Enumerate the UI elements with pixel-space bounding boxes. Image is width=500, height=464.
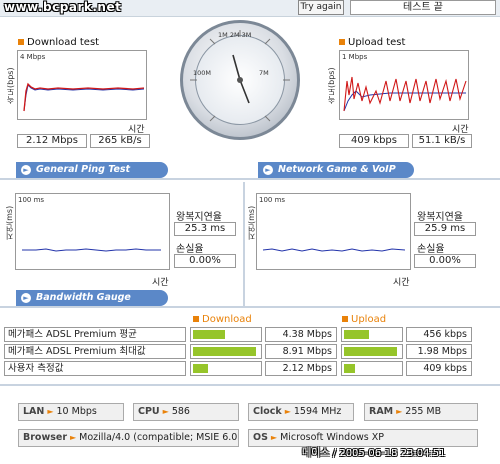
arrow-icon: ► (263, 165, 273, 175)
upload-value: 456 kbps (406, 327, 472, 342)
divider (243, 182, 245, 306)
upload-bar-fill (344, 364, 355, 373)
arrow-icon: ► (47, 407, 54, 416)
ram-info: RAM ► 255 MB (364, 403, 478, 421)
game-loss-value: 0.00% (414, 254, 476, 268)
download-bar (190, 344, 262, 359)
upload-title: Upload test (339, 37, 405, 48)
bandwidth-row-label: 사용자 측정값 (4, 361, 186, 376)
ping-plot (22, 248, 161, 252)
game-x-label: 시간 (393, 278, 410, 288)
gauge-scale-left: 100M (193, 69, 212, 77)
site-watermark: www.bcpark.net (4, 0, 122, 14)
arrow-icon: ► (21, 165, 31, 175)
ping-rtt-label: 왕복지연율 (176, 212, 222, 223)
gauge-scale-labels: 1M 2M 3M (218, 31, 252, 39)
upload-speed: 409 kbps (339, 134, 409, 148)
download-bar-fill (193, 364, 208, 373)
game-rtt-value: 25.9 ms (414, 222, 476, 236)
game-graph: 100 ms (256, 193, 411, 270)
gauge-dial (190, 30, 290, 122)
download-column-header: Download (193, 314, 252, 325)
gauge-scale-right: 7M (259, 69, 269, 77)
game-plot (262, 248, 406, 252)
speed-gauge: 1M 2M 3M 7M 100M (180, 20, 300, 140)
download-bar (190, 361, 262, 376)
download-rate: 265 kB/s (90, 134, 150, 148)
arrow-icon: ► (162, 407, 169, 416)
download-value: 8.91 Mbps (265, 344, 337, 359)
download-speed: 2.12 Mbps (17, 134, 87, 148)
upload-graph: 1 Mbps (339, 50, 469, 120)
ping-loss-value: 0.00% (174, 254, 236, 268)
download-plot (23, 82, 145, 112)
upload-column-header: Upload (342, 314, 386, 325)
lan-info: LAN ► 10 Mbps (18, 403, 124, 421)
square-bullet-icon (342, 316, 348, 322)
test-end-button[interactable]: 테스트 끝 (350, 0, 496, 15)
arrow-icon: ► (70, 433, 77, 442)
download-bar (190, 327, 262, 342)
game-loss-label: 손실율 (417, 244, 445, 255)
ping-x-label: 시간 (152, 278, 169, 288)
bandwidth-row-label: 메가패스 ADSL Premium 최대값 (4, 344, 186, 359)
divider (0, 384, 500, 386)
arrow-icon: ► (396, 407, 403, 416)
download-y-label: 속도(bps) (6, 67, 15, 104)
ping-loss-label: 손실율 (176, 244, 204, 255)
upload-bar (341, 361, 403, 376)
try-again-button[interactable]: Try again (298, 0, 344, 15)
game-rtt-label: 왕복지연율 (417, 212, 463, 223)
download-value: 2.12 Mbps (265, 361, 337, 376)
upload-value: 1.98 Mbps (406, 344, 472, 359)
ping-test-header: ► General Ping Test (16, 162, 168, 178)
upload-y-label: 속도(bps) (327, 67, 336, 104)
timestamp-watermark: 메이스 / 2005-06-18 23:04:51 (302, 448, 446, 459)
divider (0, 306, 500, 308)
bandwidth-gauge-header: ► Bandwidth Gauge (16, 290, 168, 306)
download-title: Download test (18, 37, 99, 48)
download-value: 4.38 Mbps (265, 327, 337, 342)
upload-bar-fill (344, 330, 369, 339)
game-voip-test-header: ► Network Game & VoIP Test (258, 162, 414, 191)
upload-plot (343, 76, 467, 112)
upload-value: 409 kbps (406, 361, 472, 376)
clock-info: Clock ► 1594 MHz (248, 403, 354, 421)
browser-info: Browser ► Mozilla/4.0 (compatible; MSIE 6.… (18, 429, 239, 447)
arrow-icon: ► (270, 433, 278, 442)
divider (0, 178, 500, 180)
download-bar-fill (193, 330, 225, 339)
upload-bar-fill (344, 347, 397, 356)
upload-rate: 51.1 kB/s (412, 134, 472, 148)
square-bullet-icon (339, 39, 345, 45)
cpu-info: CPU ► 586 (133, 403, 239, 421)
arrow-icon: ► (284, 407, 291, 416)
bandwidth-row-label: 메가패스 ADSL Premium 평균 (4, 327, 186, 342)
ping-y-label: 지연(ms) (5, 205, 14, 240)
download-graph: 4 Mbps (17, 50, 147, 120)
upload-bar (341, 327, 403, 342)
download-bar-fill (193, 347, 256, 356)
square-bullet-icon (18, 39, 24, 45)
arrow-icon: ► (21, 293, 31, 303)
ping-rtt-value: 25.3 ms (174, 222, 236, 236)
ping-graph: 100 ms (15, 193, 170, 270)
upload-bar (341, 344, 403, 359)
square-bullet-icon (193, 316, 199, 322)
